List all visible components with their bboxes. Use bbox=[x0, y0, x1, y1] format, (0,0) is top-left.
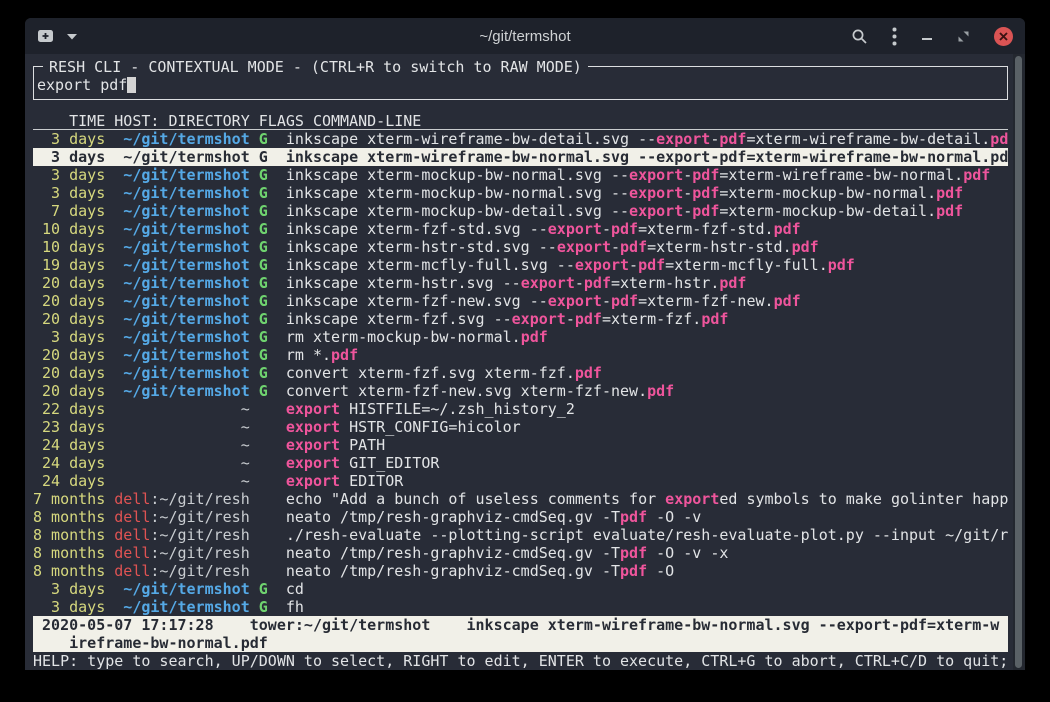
search-icon[interactable] bbox=[851, 28, 868, 45]
history-row[interactable]: 3 days ~/git/termshot G inkscape xterm-m… bbox=[33, 184, 1008, 202]
history-row[interactable]: 3 days ~/git/termshot G rm xterm-mockup-… bbox=[33, 328, 1008, 346]
history-row[interactable]: 24 days ~ export PATH bbox=[33, 436, 1008, 454]
scrollbar[interactable] bbox=[1013, 54, 1025, 670]
minimize-icon[interactable] bbox=[921, 30, 933, 42]
history-row[interactable]: 19 days ~/git/termshot G inkscape xterm-… bbox=[33, 256, 1008, 274]
history-row[interactable]: 3 days ~/git/termshot G cd bbox=[33, 580, 1008, 598]
selected-entry-details: 2020-05-07 17:17:28 tower:~/git/termshot… bbox=[33, 616, 1008, 652]
selected-entry-line1: 2020-05-07 17:17:28 tower:~/git/termshot… bbox=[33, 616, 1008, 634]
history-row[interactable]: 24 days ~ export GIT_EDITOR bbox=[33, 454, 1008, 472]
history-row[interactable]: 20 days ~/git/termshot G convert xterm-f… bbox=[33, 382, 1008, 400]
help-line: HELP: type to search, UP/DOWN to select,… bbox=[33, 652, 1025, 670]
history-row[interactable]: 20 days ~/git/termshot G convert xterm-f… bbox=[33, 364, 1008, 382]
text-cursor bbox=[127, 77, 136, 93]
history-row[interactable]: 3 days ~/git/termshot G inkscape xterm-w… bbox=[33, 130, 1008, 148]
close-icon[interactable] bbox=[994, 27, 1013, 46]
history-row[interactable]: 22 days ~ export HISTFILE=~/.zsh_history… bbox=[33, 400, 1008, 418]
menu-kebab-icon[interactable] bbox=[892, 27, 897, 46]
selected-entry-line2: ireframe-bw-normal.pdf bbox=[33, 634, 1008, 652]
history-row[interactable]: 8 months dell:~/git/resh ./resh-evaluate… bbox=[33, 526, 1008, 544]
restore-icon[interactable] bbox=[957, 30, 970, 43]
history-table-body: 3 days ~/git/termshot G inkscape xterm-w… bbox=[33, 130, 1008, 616]
history-row[interactable]: 23 days ~ export HSTR_CONFIG=hicolor bbox=[33, 418, 1008, 436]
history-row[interactable]: 3 days ~/git/termshot G fh bbox=[33, 598, 1008, 616]
table-header: TIME HOST: DIRECTORY FLAGS COMMAND-LINE bbox=[33, 112, 1008, 130]
history-row[interactable]: 8 months dell:~/git/resh neato /tmp/resh… bbox=[33, 508, 1008, 526]
search-input[interactable]: export pdf bbox=[37, 76, 999, 94]
search-panel: RESH CLI - CONTEXTUAL MODE - (CTRL+R to … bbox=[33, 66, 1008, 100]
search-panel-title: RESH CLI - CONTEXTUAL MODE - (CTRL+R to … bbox=[43, 58, 588, 76]
history-row-selected[interactable]: 3 days ~/git/termshot G inkscape xterm-w… bbox=[33, 148, 1008, 166]
history-row[interactable]: 7 months dell:~/git/resh echo "Add a bun… bbox=[33, 490, 1008, 508]
spacer bbox=[33, 100, 1025, 112]
history-row[interactable]: 7 days ~/git/termshot G inkscape xterm-m… bbox=[33, 202, 1008, 220]
history-row[interactable]: 20 days ~/git/termshot G inkscape xterm-… bbox=[33, 310, 1008, 328]
history-row[interactable]: 8 months dell:~/git/resh neato /tmp/resh… bbox=[33, 544, 1008, 562]
history-row[interactable]: 3 days ~/git/termshot G inkscape xterm-m… bbox=[33, 166, 1008, 184]
history-row[interactable]: 24 days ~ export EDITOR bbox=[33, 472, 1008, 490]
new-tab-icon[interactable] bbox=[37, 28, 54, 44]
terminal-content: RESH CLI - CONTEXTUAL MODE - (CTRL+R to … bbox=[25, 66, 1025, 670]
history-row[interactable]: 8 months dell:~/git/resh neato /tmp/resh… bbox=[33, 562, 1008, 580]
history-row[interactable]: 20 days ~/git/termshot G rm *.pdf bbox=[33, 346, 1008, 364]
terminal-window: ~/git/termshot bbox=[25, 18, 1025, 670]
history-row[interactable]: 20 days ~/git/termshot G inkscape xterm-… bbox=[33, 292, 1008, 310]
history-row[interactable]: 10 days ~/git/termshot G inkscape xterm-… bbox=[33, 238, 1008, 256]
titlebar: ~/git/termshot bbox=[25, 18, 1025, 54]
tab-chooser-chevron-icon[interactable] bbox=[67, 33, 77, 40]
search-query-text: export pdf bbox=[37, 76, 127, 94]
history-row[interactable]: 10 days ~/git/termshot G inkscape xterm-… bbox=[33, 220, 1008, 238]
scrollbar-thumb[interactable] bbox=[1015, 56, 1022, 668]
history-row[interactable]: 20 days ~/git/termshot G inkscape xterm-… bbox=[33, 274, 1008, 292]
